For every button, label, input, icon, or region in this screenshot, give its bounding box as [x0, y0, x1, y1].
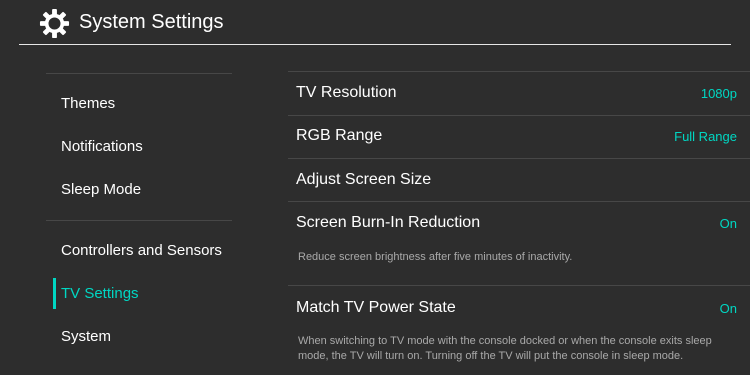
setting-match-tv-power-state[interactable]: Match TV Power State On: [288, 286, 750, 328]
system-settings-screen: System Settings amiibo Themes Notificati…: [0, 0, 750, 375]
setting-label: Adjust Screen Size: [296, 171, 432, 188]
setting-rgb-range[interactable]: RGB Range Full Range: [288, 116, 750, 158]
setting-label: TV Resolution: [296, 84, 397, 101]
setting-description: When switching to TV mode with the conso…: [298, 335, 712, 362]
setting-value: 1080p: [700, 86, 737, 101]
sidebar-item-sleep-mode[interactable]: Sleep Mode: [61, 180, 141, 200]
sidebar-item-themes[interactable]: Themes: [61, 94, 115, 114]
sidebar: amiibo Themes Notifications Sleep Mode C…: [0, 45, 250, 375]
setting-adjust-screen-size[interactable]: Adjust Screen Size: [288, 159, 750, 201]
setting-label: Match TV Power State: [296, 299, 456, 316]
sidebar-divider: [46, 220, 232, 221]
sidebar-item-tv-settings[interactable]: TV Settings: [61, 284, 139, 304]
sidebar-item-system[interactable]: System: [61, 327, 111, 347]
setting-tv-resolution[interactable]: TV Resolution 1080p: [288, 72, 750, 114]
setting-value: On: [719, 301, 737, 316]
sidebar-item-notifications[interactable]: Notifications: [61, 137, 143, 157]
gear-icon: [39, 8, 70, 39]
setting-label: RGB Range: [296, 127, 383, 144]
sidebar-divider: [46, 73, 232, 74]
header: System Settings: [0, 0, 750, 44]
sidebar-item-amiibo[interactable]: amiibo: [61, 45, 105, 51]
setting-label: Screen Burn-In Reduction: [296, 214, 481, 231]
page-title: System Settings: [79, 11, 224, 33]
sidebar-item-controllers-and-sensors[interactable]: Controllers and Sensors: [61, 241, 222, 261]
settings-content: TV Resolution 1080p RGB Range Full Range…: [250, 45, 750, 375]
setting-value: On: [719, 216, 737, 231]
setting-value: Full Range: [674, 129, 737, 144]
setting-description: Reduce screen brightness after five minu…: [298, 251, 573, 263]
setting-screen-burn-in-reduction[interactable]: Screen Burn-In Reduction On: [288, 202, 750, 244]
selection-indicator: [53, 278, 56, 309]
